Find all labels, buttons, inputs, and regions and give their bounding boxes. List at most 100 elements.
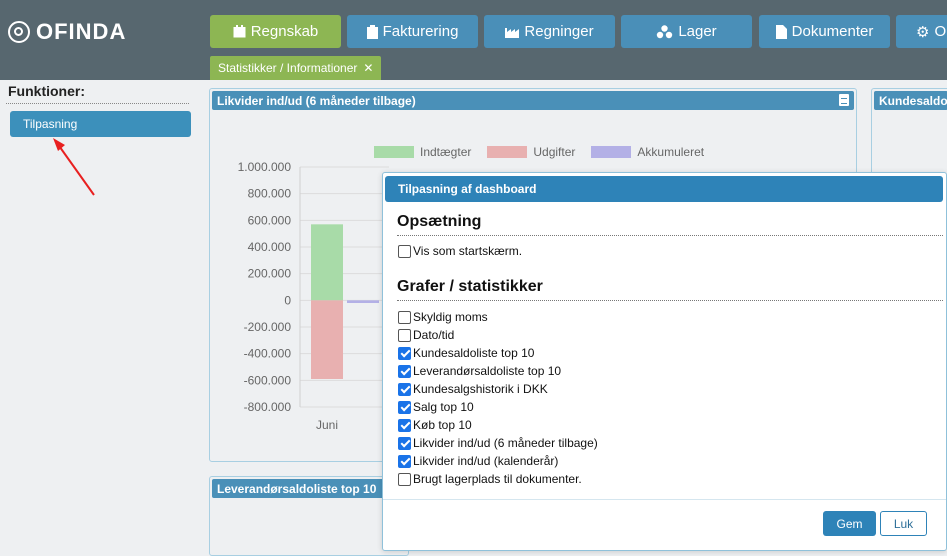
option-label: Køb top 10 xyxy=(413,418,472,432)
y-tick-label: -200.000 xyxy=(244,320,292,334)
chart-option[interactable]: Skyldig moms xyxy=(398,309,488,325)
chart-option[interactable]: Dato/tid xyxy=(398,327,454,343)
legend-label: Akkumuleret xyxy=(637,145,705,159)
bar-udgifter xyxy=(311,300,343,379)
chart-option[interactable]: Køb top 10 xyxy=(398,417,472,433)
option-checkbox[interactable] xyxy=(398,382,411,396)
option-checkbox[interactable] xyxy=(398,346,411,360)
legend-label: Udgifter xyxy=(533,145,576,159)
tilpasning-label: Tilpasning xyxy=(23,117,78,131)
brand-logo[interactable]: OFINDA xyxy=(8,18,126,46)
y-tick-label: 400.000 xyxy=(248,240,292,254)
setup-heading: Opsætning xyxy=(397,213,482,230)
legend-swatch-udgifter xyxy=(487,146,528,158)
y-tick-label: -600.000 xyxy=(244,373,292,387)
option-label: Likvider ind/ud (kalenderår) xyxy=(413,454,559,468)
chart-legend: Indtægter Udgifter Akkumuleret xyxy=(374,145,704,159)
section-divider xyxy=(397,235,943,236)
y-tick-label: -400.000 xyxy=(244,347,292,361)
charts-heading: Grafer / statistikker xyxy=(397,278,543,295)
chart-option[interactable]: Kundesalgshistorik i DKK xyxy=(398,381,548,397)
y-tick-label: 600.000 xyxy=(248,213,292,227)
bar-indtægter xyxy=(311,224,343,301)
option-label: Leverandørsaldoliste top 10 xyxy=(413,364,562,378)
option-checkbox[interactable] xyxy=(398,310,411,324)
nav-regninger-button[interactable]: Regninger xyxy=(484,15,615,48)
section-divider xyxy=(397,300,943,301)
brand-name: OFINDA xyxy=(36,19,127,44)
gear-icon: ⚙ xyxy=(916,23,930,41)
tilpasning-button[interactable]: Tilpasning xyxy=(10,111,191,137)
option-label: Skyldig moms xyxy=(413,310,488,324)
nav-label: Lager xyxy=(678,23,717,40)
nav-label: Regninger xyxy=(524,23,594,40)
option-checkbox[interactable] xyxy=(398,328,411,342)
panel-title: Likvider ind/ud (6 måneder tilbage) xyxy=(217,93,416,108)
option-label: Dato/tid xyxy=(413,328,455,342)
sidebar-title: Funktioner: xyxy=(8,83,85,99)
option-label: Salg top 10 xyxy=(413,400,474,414)
option-label: Vis som startskærm. xyxy=(413,244,523,258)
option-checkbox[interactable] xyxy=(398,400,411,414)
option-checkbox[interactable] xyxy=(398,436,411,450)
panel-title: Kundesaldo xyxy=(879,93,947,108)
panel-header: Likvider ind/ud (6 måneder tilbage) xyxy=(212,91,854,110)
nav-dokumenter-button[interactable]: Dokumenter xyxy=(759,15,890,48)
option-label: Likvider ind/ud (6 måneder tilbage) xyxy=(413,436,598,450)
liquidity-chart: 1.000.000 800.000 600.000 400.000 200.000 0 -2… xyxy=(238,160,389,432)
chart-option[interactable]: Likvider ind/ud (kalenderår) xyxy=(398,453,558,469)
y-tick-label: -800.000 xyxy=(244,400,292,414)
bar-akkumuleret xyxy=(347,300,379,303)
pdf-icon[interactable] xyxy=(839,94,849,106)
dialog-footer-divider xyxy=(383,499,946,500)
nav-regnskab-button[interactable]: Regnskab xyxy=(210,15,341,48)
document-icon xyxy=(775,24,787,39)
chart-option[interactable]: Brugt lagerplads til dokumenter. xyxy=(398,471,582,487)
y-tick-label: 200.000 xyxy=(248,267,292,281)
startscreen-checkbox[interactable] xyxy=(398,244,411,258)
y-tick-label: 800.000 xyxy=(248,187,292,201)
legend-swatch-akkumuleret xyxy=(591,146,632,158)
option-checkbox[interactable] xyxy=(398,418,411,432)
option-label: Brugt lagerplads til dokumenter. xyxy=(413,472,582,486)
nav-fakturering-button[interactable]: Fakturering xyxy=(347,15,478,48)
panel-header: Leverandørsaldoliste top 10 xyxy=(212,479,406,498)
sidebar-divider xyxy=(6,103,189,104)
calendar-icon xyxy=(233,25,246,38)
nav-label: Regnskab xyxy=(250,23,319,40)
close-button[interactable]: Luk xyxy=(880,511,927,536)
boxes-icon xyxy=(657,24,673,38)
nav-label: O xyxy=(934,23,947,40)
y-tick-label: 0 xyxy=(284,293,291,307)
tab-statistikker[interactable]: Statistikker / Informationer ✕ xyxy=(210,56,381,80)
red-arrow-annotation xyxy=(53,138,95,196)
panel-header: Kundesaldo xyxy=(874,91,947,110)
factory-icon xyxy=(505,27,520,38)
nav-label: Fakturering xyxy=(382,23,459,40)
x-tick-label: Juni xyxy=(316,418,338,432)
customize-dashboard-dialog: Tilpasning af dashboard Opsætning Vis so… xyxy=(382,172,947,551)
option-checkbox[interactable] xyxy=(398,364,411,378)
option-label: Kundesalgshistorik i DKK xyxy=(413,382,548,396)
chart-option[interactable]: Kundesaldoliste top 10 xyxy=(398,345,534,361)
chart-option[interactable]: Leverandørsaldoliste top 10 xyxy=(398,363,561,379)
dialog-title: Tilpasning af dashboard xyxy=(385,176,943,202)
option-checkbox[interactable] xyxy=(398,472,411,486)
clipboard-icon xyxy=(366,24,378,39)
chart-option[interactable]: Likvider ind/ud (6 måneder tilbage) xyxy=(398,435,598,451)
top-bar: OFINDA Regnskab Fakturering Regninger La… xyxy=(0,0,947,80)
nav-label: Dokumenter xyxy=(791,23,874,40)
logo-icon xyxy=(8,21,30,43)
option-label: Kundesaldoliste top 10 xyxy=(413,346,535,360)
startscreen-option[interactable]: Vis som startskærm. xyxy=(398,243,522,259)
close-icon[interactable]: ✕ xyxy=(363,61,373,75)
y-tick-label: 1.000.000 xyxy=(238,160,292,174)
tab-label: Statistikker / Informationer xyxy=(218,61,358,75)
nav-lager-button[interactable]: Lager xyxy=(621,15,752,48)
save-button[interactable]: Gem xyxy=(823,511,876,536)
legend-label: Indtægter xyxy=(420,145,472,159)
panel-title: Leverandørsaldoliste top 10 xyxy=(217,481,377,496)
nav-settings-button[interactable]: ⚙ O xyxy=(896,15,947,48)
option-checkbox[interactable] xyxy=(398,454,411,468)
chart-option[interactable]: Salg top 10 xyxy=(398,399,474,415)
